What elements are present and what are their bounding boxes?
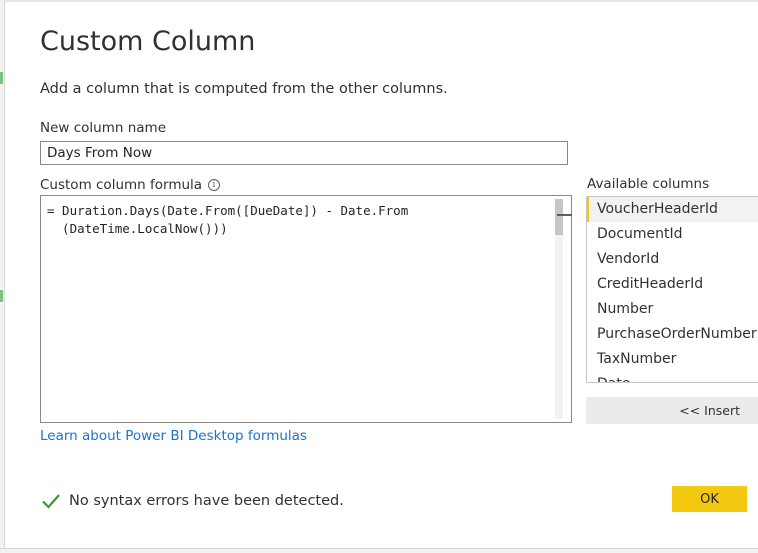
overview-ruler-mark	[557, 214, 572, 216]
available-column-item[interactable]: CreditHeaderId	[587, 272, 758, 297]
dialog-subtitle: Add a column that is computed from the o…	[40, 81, 448, 97]
available-columns-label: Available columns	[587, 176, 710, 192]
available-column-item[interactable]: TaxNumber	[587, 347, 758, 372]
available-column-item[interactable]: VendorId	[587, 247, 758, 272]
available-column-item[interactable]: Date	[587, 372, 758, 382]
ok-button[interactable]: OK	[672, 486, 747, 512]
dialog-title: Custom Column	[40, 26, 256, 57]
formula-line-1: = Duration.Days(Date.From([DueDate]) - D…	[47, 203, 409, 218]
column-name-label: New column name	[40, 120, 167, 136]
edge-marker	[0, 72, 3, 84]
formula-scrollbar-thumb[interactable]	[555, 199, 563, 235]
formula-editor[interactable]: = Duration.Days(Date.From([DueDate]) - D…	[40, 195, 572, 423]
available-column-item[interactable]: VoucherHeaderId	[587, 197, 758, 222]
learn-formulas-link[interactable]: Learn about Power BI Desktop formulas	[40, 428, 307, 444]
window-top-edge	[0, 0, 758, 2]
insert-button[interactable]: << Insert	[586, 397, 758, 424]
available-column-item[interactable]: Number	[587, 297, 758, 322]
syntax-status-text: No syntax errors have been detected.	[69, 493, 344, 509]
checkmark-icon	[42, 494, 60, 509]
available-column-item[interactable]: DocumentId	[587, 222, 758, 247]
available-columns-list[interactable]: VoucherHeaderId DocumentId VendorId Cred…	[586, 196, 758, 383]
window-left-edge	[0, 0, 5, 552]
available-column-item[interactable]: PurchaseOrderNumber	[587, 322, 758, 347]
window-bottom-edge	[0, 548, 758, 553]
formula-line-2: (DateTime.LocalNow()))	[47, 221, 228, 236]
info-icon[interactable]: i	[208, 179, 220, 191]
edge-marker	[0, 290, 3, 302]
formula-label: Custom column formula	[40, 177, 203, 193]
column-name-input[interactable]	[40, 141, 568, 165]
formula-text[interactable]: = Duration.Days(Date.From([DueDate]) - D…	[47, 202, 547, 238]
